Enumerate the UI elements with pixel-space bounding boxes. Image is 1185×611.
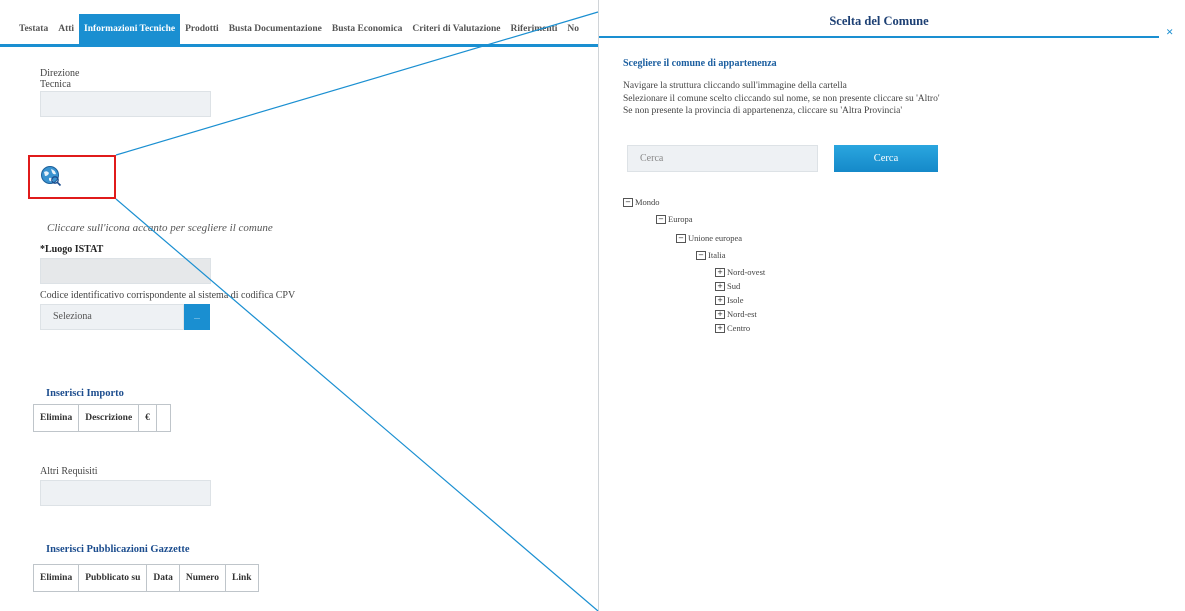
luogo-istat-input[interactable] bbox=[40, 258, 211, 284]
col-link: Link bbox=[224, 564, 259, 592]
folder-expanded-icon[interactable]: − bbox=[656, 214, 666, 224]
cpv-browse-button[interactable]: ... bbox=[184, 304, 210, 330]
tab-criteri-di-valutazione[interactable]: Criteri di Valutazione bbox=[407, 14, 505, 44]
globe-search-icon[interactable] bbox=[40, 165, 62, 187]
folder-collapsed-icon[interactable]: + bbox=[715, 267, 725, 277]
tree-node-italia[interactable]: − Italia bbox=[696, 250, 725, 261]
instruction-line: Selezionare il comune scelto cliccando s… bbox=[623, 93, 940, 104]
search-button[interactable]: Cerca bbox=[834, 145, 938, 172]
tree-node-nord-est[interactable]: + Nord-est bbox=[715, 309, 757, 320]
tree-node-unione-europea[interactable]: − Unione europea bbox=[676, 233, 742, 244]
luogo-istat-label: *Luogo ISTAT bbox=[40, 244, 104, 255]
folder-collapsed-icon[interactable]: + bbox=[715, 309, 725, 319]
altri-requisiti-input[interactable] bbox=[40, 480, 211, 506]
comune-hint: Cliccare sull'icona accanto per sceglier… bbox=[47, 222, 273, 234]
col-elimina: Elimina bbox=[32, 564, 80, 592]
col-numero: Numero bbox=[178, 564, 226, 592]
col-elimina: Elimina bbox=[32, 404, 80, 432]
gazzette-table: Elimina Pubblicato su Data Numero Link bbox=[32, 564, 259, 592]
dialog-subtitle: Scegliere il comune di appartenenza bbox=[623, 58, 777, 69]
col-data: Data bbox=[146, 564, 180, 592]
instruction-line: Navigare la struttura cliccando sull'imm… bbox=[623, 81, 847, 91]
col-empty bbox=[155, 404, 171, 432]
tab-bar: Testata Atti Informazioni Tecniche Prodotti… bbox=[0, 14, 598, 47]
folder-expanded-icon[interactable]: − bbox=[676, 233, 686, 243]
altri-requisiti-label: Altri Requisiti bbox=[40, 466, 98, 477]
direzione-label-line1: Direzione bbox=[40, 68, 80, 79]
comune-dialog: Scelta del Comune × Scegliere il comune … bbox=[598, 0, 1185, 611]
form-panel: Testata Atti Informazioni Tecniche Prodotti… bbox=[0, 0, 598, 611]
tree-node-nord-ovest[interactable]: + Nord-ovest bbox=[715, 267, 765, 278]
folder-collapsed-icon[interactable]: + bbox=[715, 323, 725, 333]
importo-table: Elimina Descrizione € bbox=[32, 404, 171, 432]
folder-collapsed-icon[interactable]: + bbox=[715, 281, 725, 291]
tab-prodotti[interactable]: Prodotti bbox=[180, 14, 224, 44]
cpv-select[interactable]: Seleziona bbox=[40, 304, 184, 330]
tree-node-europa[interactable]: − Europa bbox=[656, 214, 693, 225]
tab-busta-economica[interactable]: Busta Economica bbox=[327, 14, 407, 44]
tree-node-sud[interactable]: + Sud bbox=[715, 281, 740, 292]
cpv-label: Codice identificativo corrispondente al … bbox=[40, 290, 296, 301]
dialog-title-divider bbox=[599, 36, 1159, 38]
close-icon[interactable]: × bbox=[1166, 24, 1173, 40]
inserisci-gazzette-title: Inserisci Pubblicazioni Gazzette bbox=[46, 544, 190, 555]
col-descrizione: Descrizione bbox=[78, 404, 140, 432]
tab-riferimenti[interactable]: Riferimenti bbox=[505, 14, 562, 44]
col-pubblicato-su: Pubblicato su bbox=[78, 564, 148, 592]
direzione-label-line2: Tecnica bbox=[40, 79, 71, 90]
tab-busta-documentazione[interactable]: Busta Documentazione bbox=[224, 14, 327, 44]
tab-informazioni-tecniche[interactable]: Informazioni Tecniche bbox=[79, 14, 181, 44]
highlight-box bbox=[28, 155, 116, 199]
direzione-tecnica-input[interactable] bbox=[40, 91, 211, 117]
folder-expanded-icon[interactable]: − bbox=[623, 197, 633, 207]
folder-collapsed-icon[interactable]: + bbox=[715, 295, 725, 305]
tree-node-centro[interactable]: + Centro bbox=[715, 323, 750, 334]
col-euro: € bbox=[138, 404, 157, 432]
inserisci-importo-title: Inserisci Importo bbox=[46, 388, 124, 399]
search-input[interactable]: Cerca bbox=[627, 145, 818, 172]
tab-testata[interactable]: Testata bbox=[0, 14, 53, 44]
tree-node-mondo[interactable]: − Mondo bbox=[623, 197, 660, 208]
dialog-title: Scelta del Comune bbox=[829, 14, 929, 28]
tree-node-isole[interactable]: + Isole bbox=[715, 295, 744, 306]
instruction-line: Se non presente la provincia di apparten… bbox=[623, 106, 903, 116]
tab-no[interactable]: No bbox=[562, 14, 584, 44]
tab-atti[interactable]: Atti bbox=[53, 14, 79, 44]
folder-expanded-icon[interactable]: − bbox=[696, 250, 706, 260]
dialog-instructions: Navigare la struttura cliccando sull'imm… bbox=[623, 80, 940, 118]
